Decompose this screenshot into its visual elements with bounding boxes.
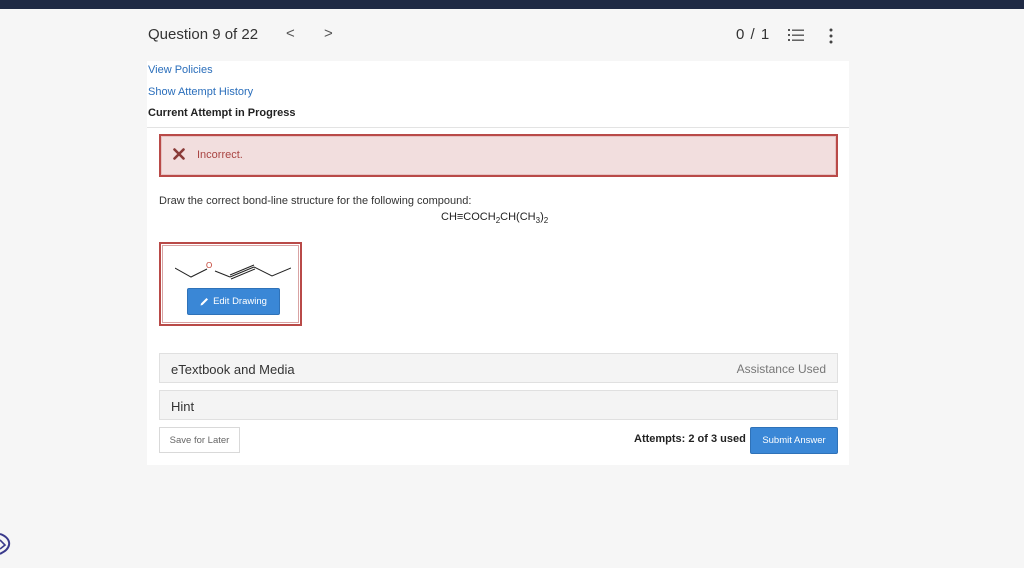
more-vertical-icon[interactable]	[828, 28, 834, 44]
hint-label: Hint	[171, 399, 195, 414]
question-header: Question 9 of 22 < > 0 / 1	[0, 9, 1024, 61]
etextbook-label: eTextbook and Media	[171, 362, 295, 377]
question-prompt: Draw the correct bond-line structure for…	[159, 195, 472, 207]
next-question-button[interactable]: >	[324, 25, 333, 42]
oxygen-atom-label: O	[206, 261, 212, 270]
attempts-counter: Attempts: 2 of 3 used	[634, 433, 746, 445]
formula-subscript: 2	[543, 216, 549, 226]
top-bar	[0, 0, 1024, 9]
submit-answer-button[interactable]: Submit Answer	[750, 427, 838, 454]
x-icon	[173, 148, 185, 160]
attempt-status-heading: Current Attempt in Progress	[148, 107, 296, 119]
compound-formula: CH≡COCH2CH(CH3)2	[441, 211, 548, 225]
previous-question-button[interactable]: <	[286, 25, 295, 42]
divider	[147, 127, 849, 128]
incorrect-message: Incorrect.	[197, 149, 243, 161]
drawing-answer-box: O Edit Drawing	[159, 242, 302, 326]
score-display: 0 / 1	[736, 26, 771, 43]
list-icon[interactable]	[788, 28, 804, 42]
formula-part: CH(CH	[500, 211, 536, 223]
show-attempt-history-link[interactable]: Show Attempt History	[148, 86, 253, 98]
pencil-icon	[200, 298, 209, 306]
save-for-later-button[interactable]: Save for Later	[159, 427, 240, 453]
formula-part: CH≡COCH	[441, 211, 496, 223]
chat-helper-icon[interactable]	[0, 532, 14, 558]
etextbook-media-accordion[interactable]: eTextbook and Media Assistance Used	[159, 353, 838, 383]
bond-line-structure: O	[175, 261, 291, 280]
assistance-used-label: Assistance Used	[736, 362, 826, 376]
edit-drawing-label: Edit Drawing	[213, 296, 267, 307]
view-policies-link[interactable]: View Policies	[148, 64, 213, 76]
edit-drawing-button[interactable]: Edit Drawing	[187, 288, 280, 315]
hint-accordion[interactable]: Hint	[159, 390, 838, 420]
question-panel: View Policies Show Attempt History Curre…	[147, 61, 849, 465]
question-counter: Question 9 of 22	[148, 26, 259, 43]
incorrect-alert: Incorrect.	[159, 134, 838, 177]
drawing-frame: O Edit Drawing	[162, 245, 299, 323]
